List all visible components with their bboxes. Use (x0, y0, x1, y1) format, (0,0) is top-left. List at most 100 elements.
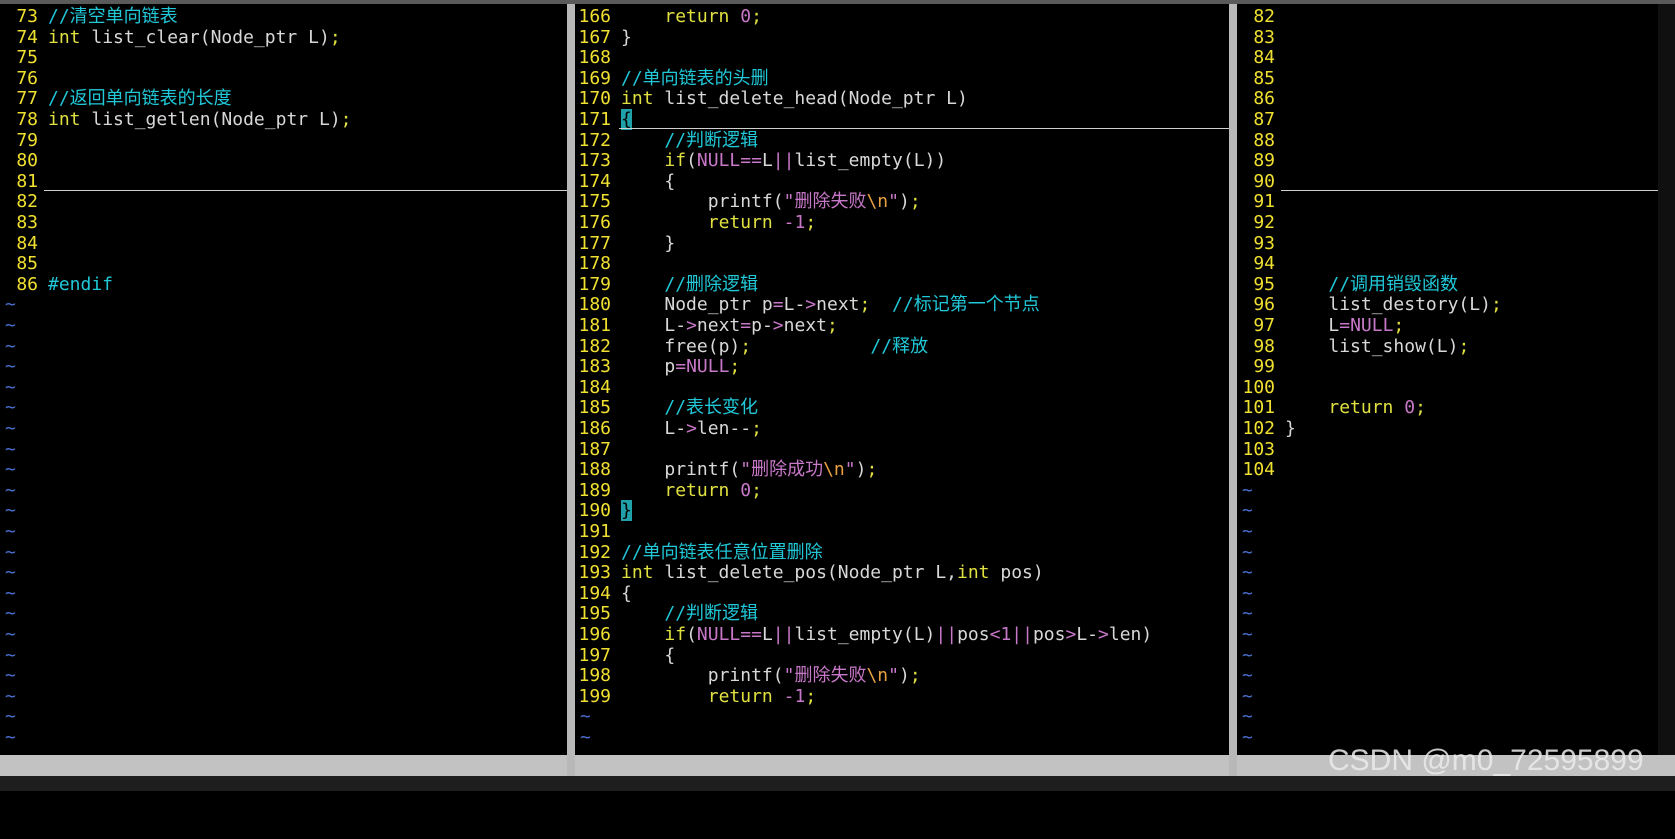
code-line[interactable]: 179 //删除逻辑 (575, 274, 758, 296)
code-line[interactable]: 192 //单向链表任意位置删除 (575, 541, 822, 564)
code-line[interactable]: 86 #endif (0, 274, 113, 296)
code-line[interactable]: 101 return 0; (1237, 397, 1425, 419)
line-text: return -1; (707, 212, 817, 233)
code-line[interactable]: 184 (575, 377, 621, 399)
code-line[interactable]: 191 (575, 521, 621, 543)
code-line[interactable]: 78 int list_getlen(Node_ptr L); (0, 109, 351, 131)
line-number: 80 (16, 150, 38, 172)
code-line[interactable]: 176 return -1; (575, 212, 816, 234)
code-line[interactable]: 187 (575, 439, 621, 461)
code-line[interactable]: 99 (1237, 356, 1285, 378)
code-line[interactable]: 97 L=NULL; (1237, 315, 1404, 337)
empty-line-tilde: ~ (580, 706, 591, 728)
code-line[interactable]: 100 (1237, 377, 1285, 399)
code-line[interactable]: 73 //清空单向链表 (0, 6, 177, 28)
code-line[interactable]: 83 (1237, 27, 1285, 49)
line-number: 187 (578, 438, 611, 460)
editor-pane-linklist-h[interactable]: 73//清空单向链表 74 int list_clear(Node_ptr L); 7… (0, 4, 567, 755)
code-line[interactable]: 84 (0, 233, 48, 255)
code-line[interactable]: 175 printf("删除失败\n"); (575, 191, 921, 213)
line-text: Node_ptr p=L->next; //标记第一个节点 (664, 294, 1040, 316)
editor-pane-main-c[interactable]: 82 83 84 85 86 87 88 89 90 91 92 93 94 95 //调用销毁函数 96 … (1237, 4, 1658, 755)
cursorline-underline (44, 189, 567, 191)
code-line[interactable]: 84 (1237, 47, 1285, 69)
code-line[interactable]: 89 (1237, 150, 1285, 172)
code-line[interactable]: 80 (0, 150, 48, 172)
code-line[interactable]: 183 p=NULL; (575, 356, 740, 378)
code-line[interactable]: 94 (1237, 253, 1285, 275)
code-line[interactable]: 169 //单向链表的头删 (575, 68, 768, 90)
code-line[interactable]: 174 { (575, 171, 675, 193)
code-line[interactable]: 190} (575, 500, 632, 522)
code-line[interactable]: 194 { (575, 583, 631, 605)
code-line[interactable]: 193 int list_delete_pos(Node_ptr L,int po… (575, 562, 1043, 584)
code-line[interactable]: 95 //调用销毁函数 (1237, 274, 1458, 296)
code-line[interactable]: 102} (1237, 418, 1295, 440)
line-text: free(p); //释放 (664, 335, 929, 357)
vertical-split-separator[interactable] (1229, 4, 1237, 755)
code-line[interactable]: 170 int list_delete_head(Node_ptr L) (575, 88, 967, 110)
code-line[interactable]: 91 (1237, 191, 1285, 213)
code-line[interactable]: 196 if(NULL==L||list_empty(L)||pos<1||po… (575, 624, 1152, 646)
code-line[interactable]: 186 L->len--; (575, 418, 761, 440)
line-number: 103 (1242, 438, 1275, 460)
line-number: 76 (16, 67, 38, 89)
code-line[interactable]: 185 //表长变化 (575, 397, 758, 419)
editor-pane-linklist-c[interactable]: 166 return 0; 167} 168 169//单向链表的头删 170 int l… (575, 4, 1229, 755)
code-line[interactable]: 83 (0, 212, 48, 234)
code-line[interactable]: 173 if(NULL==L||list_empty(L)) (575, 150, 946, 172)
code-line[interactable]: 172 //判断逻辑 (575, 130, 758, 152)
line-number: 166 (578, 6, 611, 27)
code-line[interactable]: 85 (1237, 68, 1285, 90)
empty-line-tilde: ~ (5, 418, 16, 439)
code-line[interactable]: 86 (1237, 88, 1285, 110)
code-line[interactable]: 87 (1237, 109, 1285, 131)
empty-line-tilde: ~ (1242, 644, 1253, 666)
line-number: 91 (1253, 191, 1275, 213)
code-line[interactable]: 82 (0, 191, 48, 213)
line-number: 83 (16, 212, 38, 233)
statusline-scroll-indicator: 底端 (523, 818, 559, 839)
line-text: printf("删除失败\n"); (707, 191, 921, 213)
code-line[interactable]: 166 return 0; (575, 6, 761, 28)
vertical-split-separator[interactable] (567, 4, 575, 755)
line-number: 177 (578, 232, 611, 254)
code-line[interactable]: 180 Node_ptr p=L->next; //标记第一个节点 (575, 294, 1040, 316)
line-number: 192 (578, 541, 611, 563)
code-line[interactable]: 93 (1237, 233, 1285, 255)
command-line[interactable] (0, 776, 1675, 791)
code-line[interactable]: 182 free(p); //释放 (575, 336, 928, 358)
code-line[interactable]: 188 printf("删除成功\n"); (575, 459, 877, 481)
line-number: 92 (1253, 212, 1275, 233)
code-line[interactable]: 167} (575, 27, 631, 49)
line-number: 86 (16, 273, 38, 295)
code-line[interactable]: 199 return -1; (575, 686, 816, 708)
code-line[interactable]: 197 { (575, 645, 675, 667)
code-line[interactable]: 96 list_destory(L); (1237, 294, 1501, 316)
cursorline-underline (1281, 189, 1658, 191)
code-line[interactable]: 103 (1237, 439, 1285, 461)
code-line[interactable]: 77 //返回单向链表的长度 (0, 88, 231, 110)
code-line[interactable]: 168 (575, 47, 621, 69)
code-line[interactable]: 98 list_show(L); (1237, 336, 1469, 358)
code-line[interactable]: 74 int list_clear(Node_ptr L); (0, 27, 340, 49)
code-line[interactable]: 178 (575, 253, 621, 275)
code-line[interactable]: 189 return 0; (575, 480, 761, 502)
empty-line-tilde: ~ (1242, 562, 1253, 584)
code-line[interactable]: 90 (1237, 171, 1285, 193)
code-line[interactable]: 177 } (575, 233, 675, 255)
code-line[interactable]: 198 printf("删除失败\n"); (575, 665, 920, 687)
code-line[interactable]: 81 (0, 171, 48, 193)
code-line[interactable]: 82 (1237, 6, 1285, 28)
code-line[interactable]: 181 L->next=p->next; (575, 315, 837, 337)
code-line[interactable]: 79 (0, 130, 48, 152)
code-line[interactable]: 76 (0, 68, 48, 90)
line-number: 73 (16, 6, 38, 27)
line-text: //判断逻辑 (664, 603, 759, 625)
code-line[interactable]: 88 (1237, 130, 1285, 152)
code-line[interactable]: 195 //判断逻辑 (575, 603, 758, 625)
code-line[interactable]: 92 (1237, 212, 1285, 234)
code-line[interactable]: 75 (0, 47, 48, 69)
code-line[interactable]: 104 (1237, 459, 1285, 481)
code-line[interactable]: 85 (0, 253, 48, 275)
